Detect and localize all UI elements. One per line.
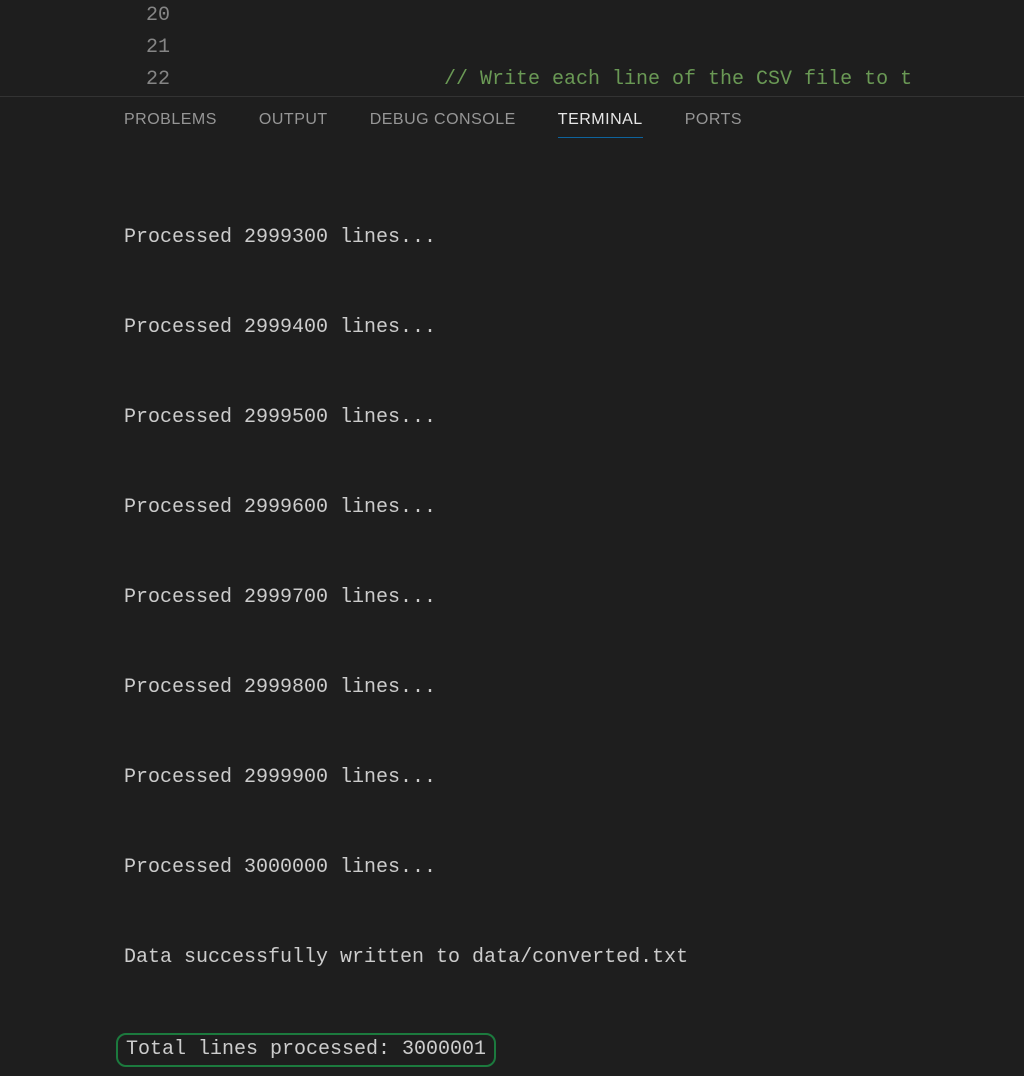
tab-debug-console[interactable]: DEBUG CONSOLE xyxy=(370,111,516,137)
terminal-line: Processed 2999500 lines... xyxy=(124,403,1024,433)
tab-terminal[interactable]: TERMINAL xyxy=(558,111,643,138)
terminal-line: Processed 2999800 lines... xyxy=(124,673,1024,703)
panel-tabs: PROBLEMS OUTPUT DEBUG CONSOLE TERMINAL P… xyxy=(0,111,1024,147)
tab-ports[interactable]: PORTS xyxy=(685,111,742,137)
terminal-line: Data successfully written to data/conver… xyxy=(124,943,1024,973)
terminal-line: Processed 2999400 lines... xyxy=(124,313,1024,343)
tab-output[interactable]: OUTPUT xyxy=(259,111,328,137)
code-line: // Write each line of the CSV file to t xyxy=(444,64,912,96)
line-number: 21 xyxy=(0,32,170,64)
line-number: 22 xyxy=(0,64,170,96)
code-content[interactable]: // Write each line of the CSV file to t … xyxy=(444,0,912,96)
bottom-panel: PROBLEMS OUTPUT DEBUG CONSOLE TERMINAL P… xyxy=(0,96,1024,538)
terminal-line: Processed 2999600 lines... xyxy=(124,493,1024,523)
line-number: 20 xyxy=(0,0,170,32)
terminal-line: Processed 2999700 lines... xyxy=(124,583,1024,613)
code-editor[interactable]: 20 21 22 // Write each line of the CSV f… xyxy=(0,0,1024,96)
tab-problems[interactable]: PROBLEMS xyxy=(124,111,217,137)
terminal-line: Processed 3000000 lines... xyxy=(124,853,1024,883)
terminal-line: Processed 2999900 lines... xyxy=(124,763,1024,793)
terminal-line: Processed 2999300 lines... xyxy=(124,223,1024,253)
terminal-output[interactable]: Processed 2999300 lines... Processed 299… xyxy=(0,147,1024,1076)
terminal-line-highlighted: Total lines processed: 3000001 xyxy=(124,1033,1024,1067)
line-number-gutter: 20 21 22 xyxy=(0,0,200,96)
